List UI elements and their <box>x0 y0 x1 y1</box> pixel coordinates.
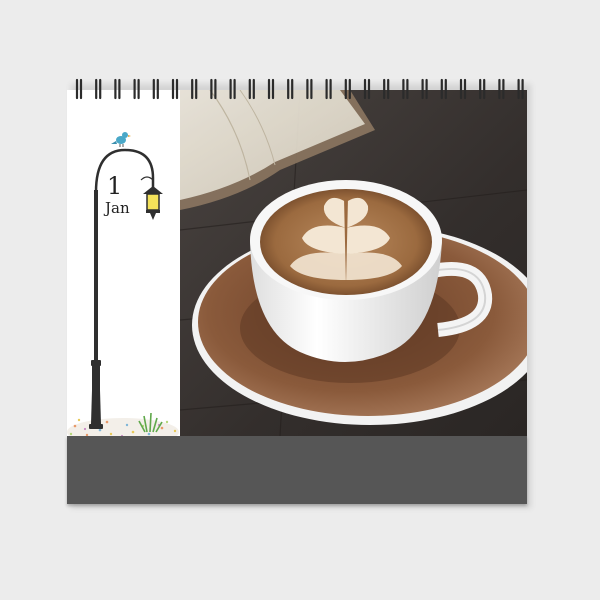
binding-ring <box>517 78 524 100</box>
lamp-post <box>89 190 103 429</box>
binding-ring <box>75 78 83 100</box>
lantern-icon <box>143 186 163 220</box>
binding-ring <box>459 78 467 100</box>
calendar-page: 1 Jan <box>67 90 527 436</box>
binding-ring <box>421 78 428 100</box>
lamp-post-illustration <box>67 132 179 436</box>
binding-ring <box>210 78 217 100</box>
binding-ring <box>248 78 255 100</box>
binding-ring <box>133 78 140 100</box>
binding-ring <box>114 78 121 100</box>
binding-ring <box>306 78 313 100</box>
binding-ring <box>344 78 351 100</box>
desk-calendar: 1 Jan <box>67 78 531 508</box>
binding-ring <box>171 78 179 100</box>
binding-ring <box>363 78 371 100</box>
bird-icon <box>111 132 131 147</box>
binding-ring <box>152 78 159 100</box>
binding-ring <box>498 78 505 100</box>
calendar-stand-base <box>67 436 527 504</box>
binding-ring <box>383 78 390 100</box>
binding-ring <box>191 78 198 100</box>
calendar-month-label: Jan <box>105 199 130 217</box>
binding-ring <box>287 78 294 100</box>
calendar-day-number: 1 <box>107 172 123 200</box>
binding-ring <box>267 78 275 100</box>
binding-ring <box>479 78 486 100</box>
coffee-photo <box>180 90 527 436</box>
binding-ring <box>440 78 447 100</box>
spiral-binding <box>75 78 524 100</box>
binding-ring <box>229 78 236 100</box>
binding-ring <box>402 78 409 100</box>
confetti-ground <box>67 418 179 436</box>
binding-ring <box>325 78 332 100</box>
binding-ring <box>95 78 102 100</box>
